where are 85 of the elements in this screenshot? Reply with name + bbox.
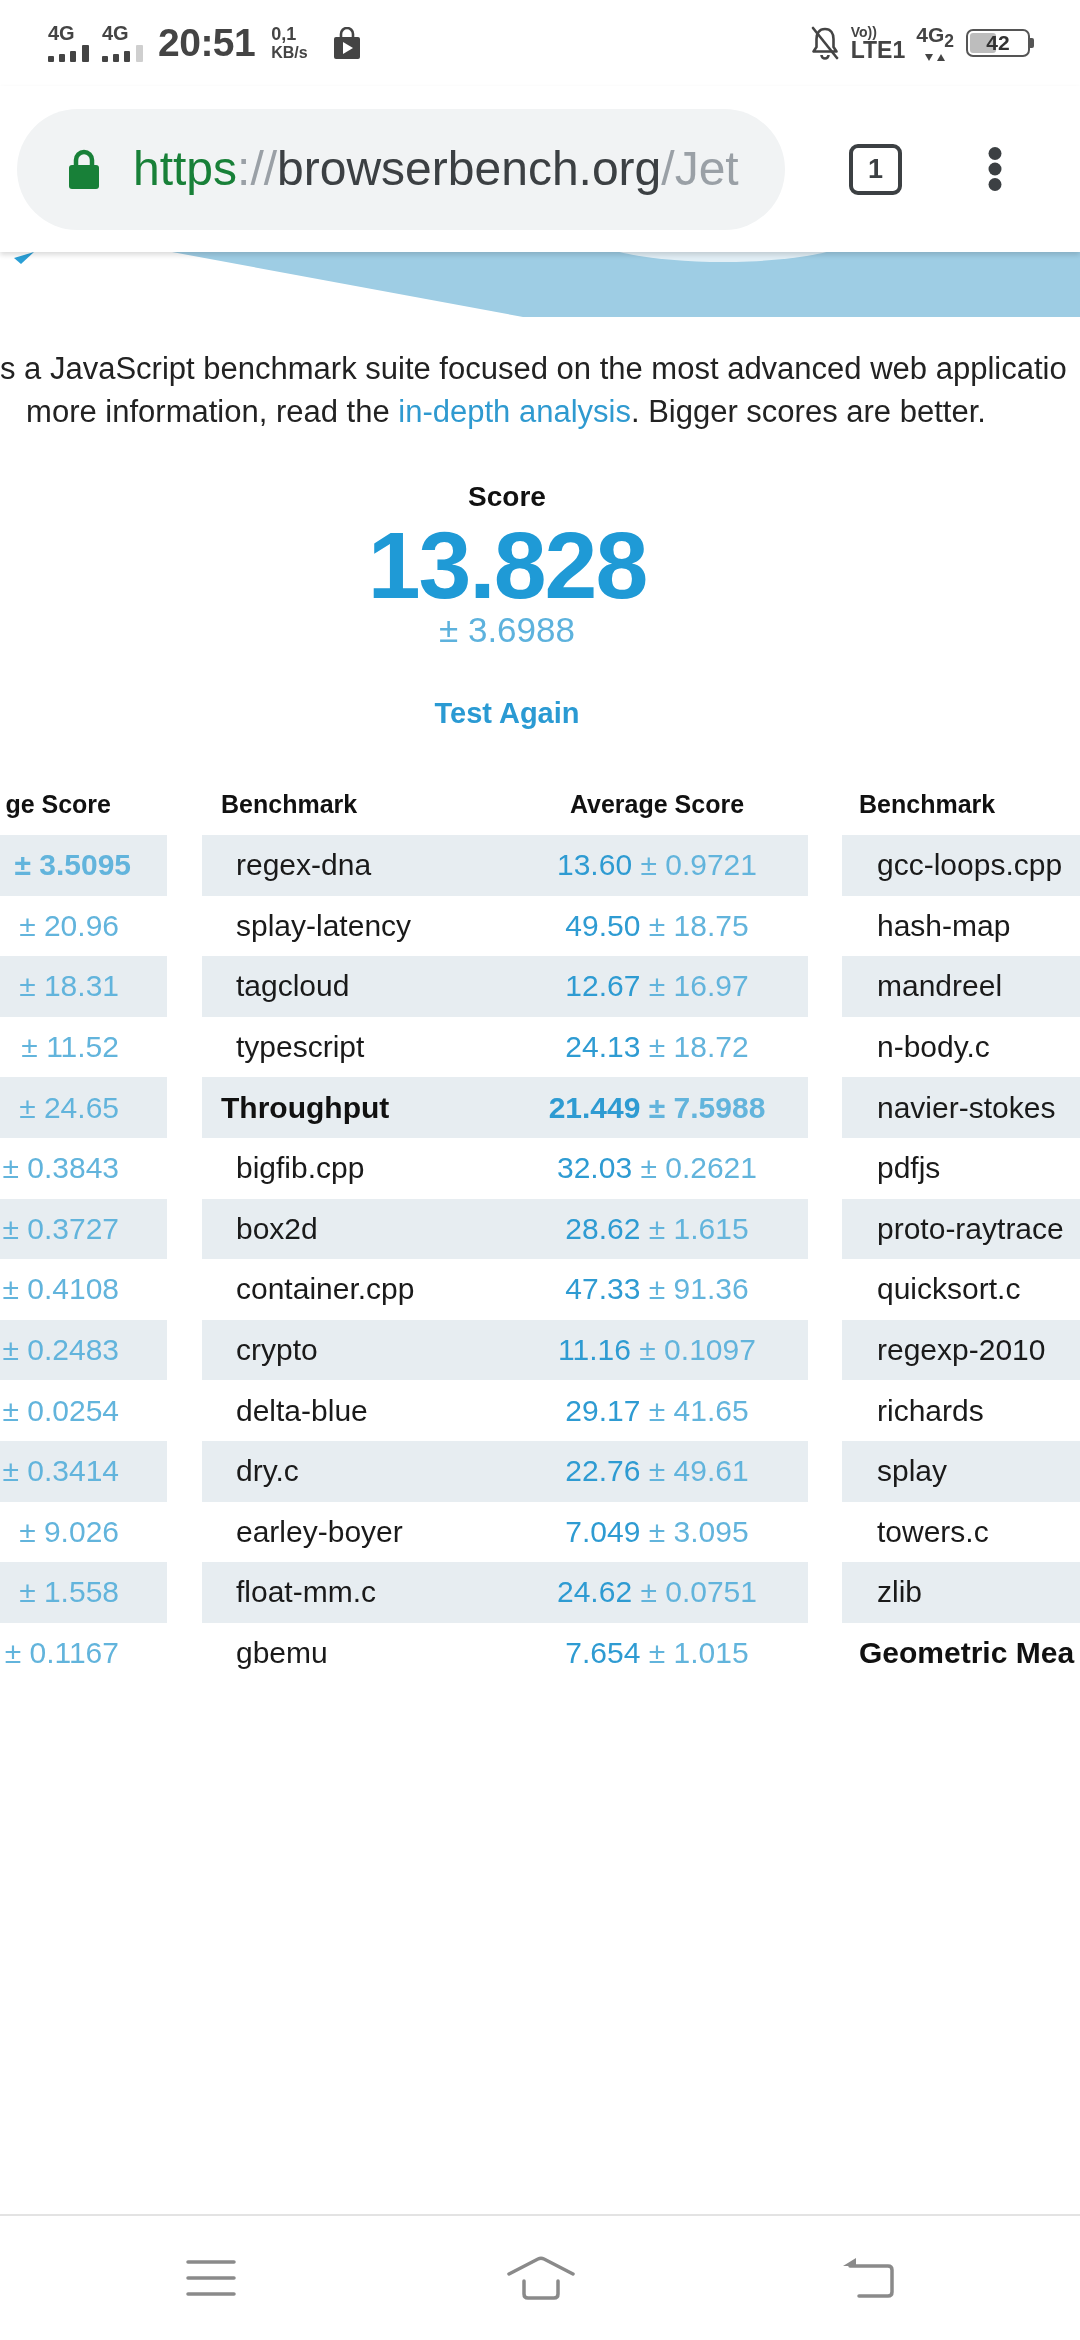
benchmark-name: zlib xyxy=(877,1575,922,1609)
average-score: ± 1.558 xyxy=(19,1575,119,1609)
average-score: 11.16 ± 0.1097 xyxy=(558,1333,756,1367)
average-score: 49.50 ± 18.75 xyxy=(565,908,749,942)
average-score: ± 18.31 xyxy=(19,969,119,1003)
back-icon[interactable] xyxy=(842,2257,894,2299)
network-speed-unit: KB/s xyxy=(271,43,308,62)
column-header: Benchmark xyxy=(859,789,996,818)
home-icon[interactable] xyxy=(506,2256,576,2300)
column-header: Benchmark xyxy=(221,789,358,818)
data-arrows-icon xyxy=(924,53,947,63)
network-type-label: 4G xyxy=(102,24,129,43)
column-header: ge Score xyxy=(5,789,111,818)
average-score: 7.654 ± 1.015 xyxy=(565,1636,749,1669)
address-bar[interactable]: https://browserbench.org/Jet xyxy=(17,108,785,230)
network-speed-value: 0,1 xyxy=(271,24,298,44)
tab-switcher-button[interactable]: 1 xyxy=(849,143,902,195)
benchmark-name: richards xyxy=(877,1393,984,1427)
benchmark-name: typescript xyxy=(236,1030,365,1064)
more-options-icon[interactable] xyxy=(988,147,1002,191)
benchmark-name: hash-map xyxy=(877,908,1011,942)
menu-icon[interactable] xyxy=(186,2259,236,2297)
benchmark-name: bigfib.cpp xyxy=(236,1151,365,1185)
benchmark-name: navier-stokes xyxy=(877,1090,1056,1124)
average-score: ± 0.1167 xyxy=(4,1636,119,1669)
benchmark-name: n-body.c xyxy=(877,1030,990,1064)
shopping-bag-icon xyxy=(332,27,361,59)
clock-time: 20:51 xyxy=(158,21,256,65)
average-score: ± 0.2483 xyxy=(2,1333,119,1367)
lock-icon xyxy=(67,149,101,189)
benchmark-name: gbemu xyxy=(236,1636,328,1669)
benchmark-name: delta-blue xyxy=(236,1393,368,1427)
column-header: Average Score xyxy=(569,789,745,818)
average-score: ± 0.3414 xyxy=(2,1454,119,1488)
benchmark-name: float-mm.c xyxy=(236,1575,376,1609)
score-label: Score xyxy=(468,480,546,514)
network-type-label: 4G xyxy=(48,24,75,43)
benchmark-name: splay-latency xyxy=(236,908,412,942)
benchmark-name: regex-dna xyxy=(236,848,372,882)
benchmark-name: mandreel xyxy=(877,969,1003,1003)
average-score: ± 3.5095 xyxy=(14,848,131,882)
benchmark-name: box2d xyxy=(236,1211,318,1245)
volte-label: Vo)) xyxy=(850,24,877,39)
average-score: 21.449 ± 7.5988 xyxy=(548,1090,766,1124)
benchmark-name: crypto xyxy=(236,1333,318,1367)
benchmark-name: splay xyxy=(877,1454,948,1488)
benchmark-name: dry.c xyxy=(236,1454,299,1488)
benchmark-name: proto-raytrace xyxy=(877,1211,1064,1245)
average-score: ± 0.3727 xyxy=(2,1211,119,1245)
bell-slash-icon xyxy=(809,25,840,61)
average-score: 12.67 ± 16.97 xyxy=(565,969,749,1003)
average-score: ± 11.52 xyxy=(21,1030,119,1064)
average-score: 22.76 ± 49.61 xyxy=(565,1454,749,1488)
score-error: ± 3.6988 xyxy=(439,610,575,650)
average-score: 32.03 ± 0.2621 xyxy=(557,1151,757,1185)
average-score: 29.17 ± 41.65 xyxy=(565,1393,749,1427)
average-score: 7.049 ± 3.095 xyxy=(565,1514,749,1548)
battery-percent: 42 xyxy=(986,32,1010,54)
benchmark-name: pdfjs xyxy=(877,1151,941,1185)
benchmark-name: towers.c xyxy=(877,1514,989,1548)
signal-icon xyxy=(48,45,90,62)
network-type-label: 4G$_{2}$ xyxy=(916,23,954,53)
benchmark-name: earley-boyer xyxy=(236,1514,403,1548)
average-score: 47.33 ± 91.36 xyxy=(565,1272,749,1306)
intro-paragraph: s a JavaScript benchmark suite focused on the most advanced web applicatio more information, read the in-depth analysis. Bigger scores are better. xyxy=(0,350,1068,431)
signal-icon xyxy=(102,45,144,62)
benchmark-name: quicksort.c xyxy=(877,1272,1021,1306)
average-score: 24.13 ± 18.72 xyxy=(565,1030,749,1064)
average-score: ± 24.65 xyxy=(19,1090,119,1124)
benchmark-name: Geometric Mea xyxy=(859,1636,1075,1669)
score-value: 13.828 xyxy=(367,518,647,612)
average-score: ± 0.0254 xyxy=(2,1393,119,1427)
benchmark-name: regexp-2010 xyxy=(877,1333,1046,1367)
benchmark-name: tagcloud xyxy=(236,969,350,1003)
benchmark-name: Throughput xyxy=(221,1090,390,1124)
average-score: ± 20.96 xyxy=(19,908,119,942)
benchmark-name: container.cpp xyxy=(236,1272,415,1306)
average-score: ± 0.3843 xyxy=(2,1151,119,1185)
average-score: ± 9.026 xyxy=(19,1514,119,1548)
average-score: 28.62 ± 1.615 xyxy=(565,1211,749,1245)
url-text: https://browserbench.org/Jet xyxy=(133,141,739,197)
benchmark-name: gcc-loops.cpp xyxy=(877,848,1063,882)
average-score: ± 0.4108 xyxy=(2,1272,119,1306)
average-score: 24.62 ± 0.0751 xyxy=(557,1575,757,1609)
average-score: 13.60 ± 0.9721 xyxy=(557,848,757,882)
